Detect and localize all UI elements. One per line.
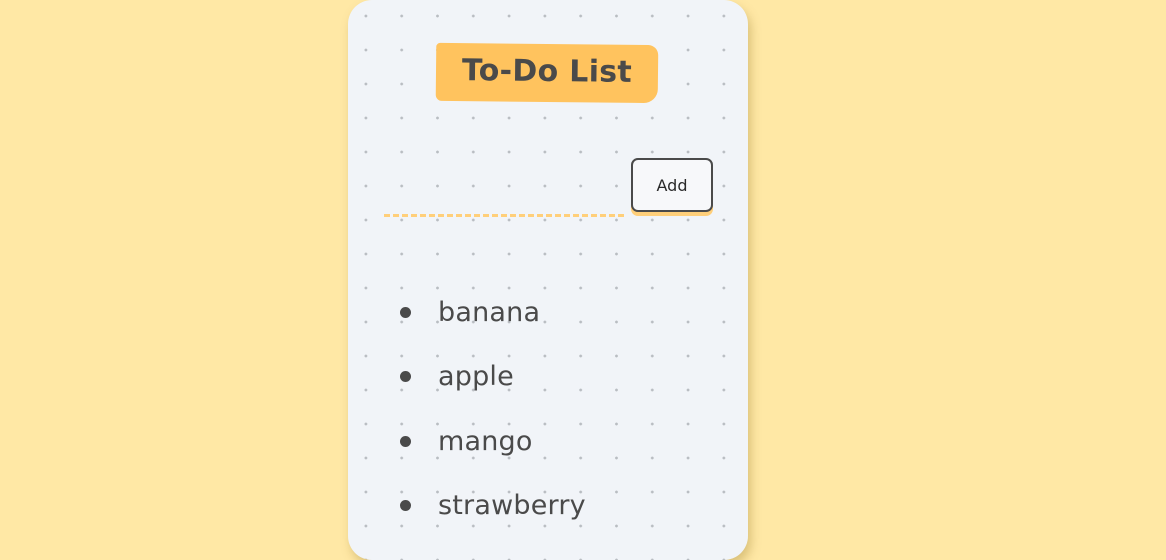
task-text: strawberry [438, 490, 586, 522]
task-text: apple [438, 361, 514, 393]
bullet-icon [400, 500, 411, 512]
list-item[interactable]: apple [400, 345, 586, 410]
list-item[interactable]: mango [400, 409, 586, 474]
title-banner: To-Do List [435, 42, 659, 104]
task-text: banana [438, 296, 541, 328]
bullet-icon [400, 306, 411, 318]
add-button[interactable]: Add [631, 158, 713, 212]
task-input[interactable] [384, 176, 624, 217]
list-item[interactable]: strawberry [400, 474, 586, 539]
list-item[interactable]: banana [400, 280, 586, 345]
task-text: mango [438, 425, 533, 457]
bullet-icon [400, 435, 411, 447]
todo-card: To-Do List Add banana apple mango strawb… [348, 0, 748, 560]
bullet-icon [400, 371, 411, 383]
page-title: To-Do List [461, 53, 633, 90]
task-list: banana apple mango strawberry [400, 280, 586, 538]
